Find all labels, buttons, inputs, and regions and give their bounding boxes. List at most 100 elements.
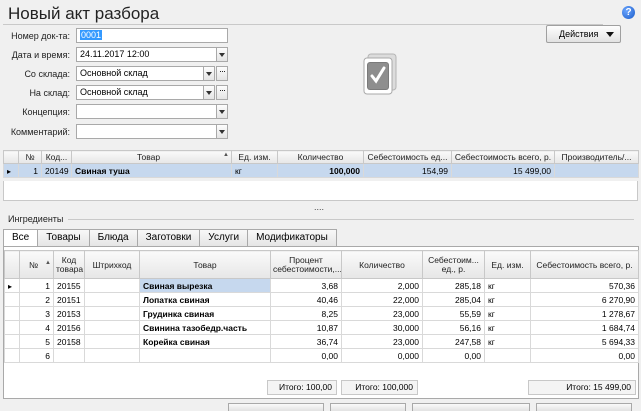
row-indicator — [4, 334, 20, 349]
tab-modifiers[interactable]: Модификаторы — [247, 229, 337, 246]
cell-barcode — [84, 278, 140, 293]
col-header-number[interactable]: № — [19, 250, 54, 279]
col-header-barcode[interactable]: Штрихкод — [84, 250, 140, 279]
cell-code: 20158 — [53, 334, 85, 349]
col-header-unit[interactable]: Ед. изм. — [231, 150, 278, 164]
col-header-total-cost[interactable]: Себестоимость всего, р. — [530, 250, 639, 279]
bottom-button[interactable] — [536, 403, 632, 411]
cell-product[interactable] — [139, 348, 271, 363]
table-row[interactable]: 6 0,00 0,000 0,00 0,00 — [4, 348, 639, 363]
col-header-producer[interactable]: Производитель/... — [554, 150, 639, 164]
from-store-browse-button[interactable]: ··· — [216, 66, 228, 81]
tab-services[interactable]: Услуги — [199, 229, 249, 246]
cell-total-cost: 15 499,00 — [451, 163, 555, 178]
col-header-code[interactable]: Код... — [41, 150, 72, 164]
cell-code: 20151 — [53, 292, 85, 307]
main-table-header: № Код... Товар Ед. изм. Количество Себес… — [3, 150, 639, 164]
cell-number: 5 — [19, 334, 54, 349]
actions-button[interactable]: Действия — [546, 25, 621, 43]
help-icon[interactable]: ? — [622, 6, 635, 19]
col-header-quantity[interactable]: Количество — [277, 150, 364, 164]
cell-product[interactable]: Свинина тазобедр.часть — [139, 320, 271, 335]
to-store-label: На склад: — [29, 88, 70, 98]
col-header-product[interactable]: Товар — [139, 250, 271, 279]
cell-quantity[interactable]: 23,000 — [341, 334, 423, 349]
to-store-field[interactable]: Основной склад — [76, 85, 204, 100]
cell-quantity[interactable]: 22,000 — [341, 292, 423, 307]
cell-product[interactable]: Свиная вырезка — [139, 278, 271, 293]
cell-total-cost: 5 694,33 — [530, 334, 639, 349]
cell-product[interactable]: Корейка свиная — [139, 334, 271, 349]
table-row[interactable]: 2 20151 Лопатка свиная 40,46 22,000 285,… — [4, 292, 639, 307]
col-header-total-cost[interactable]: Себестоимость всего, р. — [451, 150, 555, 164]
cell-barcode — [84, 306, 140, 321]
cell-barcode — [84, 348, 140, 363]
cell-product[interactable]: Свиная туша — [71, 163, 232, 178]
cell-cost-percent[interactable]: 40,46 — [270, 292, 342, 307]
bottom-button[interactable] — [330, 403, 406, 411]
ingredients-table: № Код товара Штрихкод Товар Процент себе… — [4, 250, 639, 363]
cell-total-cost: 570,36 — [530, 278, 639, 293]
cell-code: 20155 — [53, 278, 85, 293]
cell-cost-percent[interactable]: 10,87 — [270, 320, 342, 335]
table-row[interactable]: 3 20153 Грудинка свиная 8,25 23,000 55,5… — [4, 306, 639, 321]
doc-number-field[interactable]: 0001 — [76, 28, 228, 43]
cell-cost-percent[interactable]: 0,00 — [270, 348, 342, 363]
cell-unit-cost: 0,00 — [422, 348, 485, 363]
col-header-number-label: № — [28, 259, 39, 270]
main-table-empty-area — [3, 181, 638, 201]
datetime-dropdown-button[interactable] — [216, 47, 228, 62]
cell-cost-percent[interactable]: 8,25 — [270, 306, 342, 321]
cell-quantity[interactable]: 23,000 — [341, 306, 423, 321]
cell-quantity[interactable]: 0,000 — [341, 348, 423, 363]
from-store-label: Со склада: — [24, 69, 70, 79]
cell-quantity[interactable]: 2,000 — [341, 278, 423, 293]
comment-dropdown-button[interactable] — [216, 124, 228, 139]
from-store-field[interactable]: Основной склад — [76, 66, 204, 81]
ingredients-section-label: Ингредиенты — [8, 214, 64, 224]
tab-preparations[interactable]: Заготовки — [136, 229, 201, 246]
cell-quantity[interactable]: 30,000 — [341, 320, 423, 335]
to-store-dropdown-button[interactable] — [203, 85, 215, 100]
doc-number-value: 0001 — [80, 30, 103, 40]
table-row[interactable]: 1 20149 Свиная туша кг 100,000 154,99 15… — [3, 163, 639, 178]
cell-product[interactable]: Лопатка свиная — [139, 292, 271, 307]
col-header-cost-percent[interactable]: Процент себестоимости,... — [270, 250, 342, 279]
cell-unit: кг — [484, 320, 531, 335]
table-row[interactable]: 5 20158 Корейка свиная 36,74 23,000 247,… — [4, 334, 639, 349]
col-header-code[interactable]: Код товара — [53, 250, 85, 279]
concept-dropdown-button[interactable] — [216, 104, 228, 119]
main-items-table: № Код... Товар Ед. изм. Количество Себес… — [3, 150, 639, 178]
chevron-down-icon — [606, 32, 614, 37]
from-store-dropdown-button[interactable] — [203, 66, 215, 81]
table-row[interactable]: 4 20156 Свинина тазобедр.часть 10,87 30,… — [4, 320, 639, 335]
bottom-button[interactable] — [412, 403, 530, 411]
splitter-handle[interactable]: .... — [314, 202, 324, 212]
cell-product[interactable]: Грудинка свиная — [139, 306, 271, 321]
cell-cost-percent[interactable]: 3,68 — [270, 278, 342, 293]
col-header-quantity[interactable]: Количество — [341, 250, 423, 279]
cell-total-cost: 1 278,67 — [530, 306, 639, 321]
datetime-field[interactable]: 24.11.2017 12:00 — [76, 47, 217, 62]
col-header-unit[interactable]: Ед. изм. — [484, 250, 531, 279]
cell-unit-cost: 56,16 — [422, 320, 485, 335]
table-row[interactable]: 1 20155 Свиная вырезка 3,68 2,000 285,18… — [4, 278, 639, 293]
concept-field[interactable] — [76, 104, 217, 119]
cell-barcode — [84, 292, 140, 307]
comment-label: Комментарий: — [10, 127, 70, 137]
tab-goods[interactable]: Товары — [37, 229, 90, 246]
ingredients-divider — [68, 219, 634, 220]
cell-unit: кг — [484, 334, 531, 349]
cell-unit-cost: 285,04 — [422, 292, 485, 307]
bottom-button[interactable] — [228, 403, 324, 411]
col-header-unit-cost[interactable]: Себестоим... ед., р. — [422, 250, 485, 279]
to-store-browse-button[interactable]: ··· — [216, 85, 228, 100]
cell-cost-percent[interactable]: 36,74 — [270, 334, 342, 349]
comment-field[interactable] — [76, 124, 217, 139]
col-header-number[interactable]: № — [18, 150, 42, 164]
col-header-unit-cost[interactable]: Себестоимость ед... — [363, 150, 452, 164]
tab-dishes[interactable]: Блюда — [88, 229, 138, 246]
col-header-product[interactable]: Товар — [71, 150, 232, 164]
cell-quantity[interactable]: 100,000 — [277, 163, 364, 178]
cell-unit-cost: 247,58 — [422, 334, 485, 349]
